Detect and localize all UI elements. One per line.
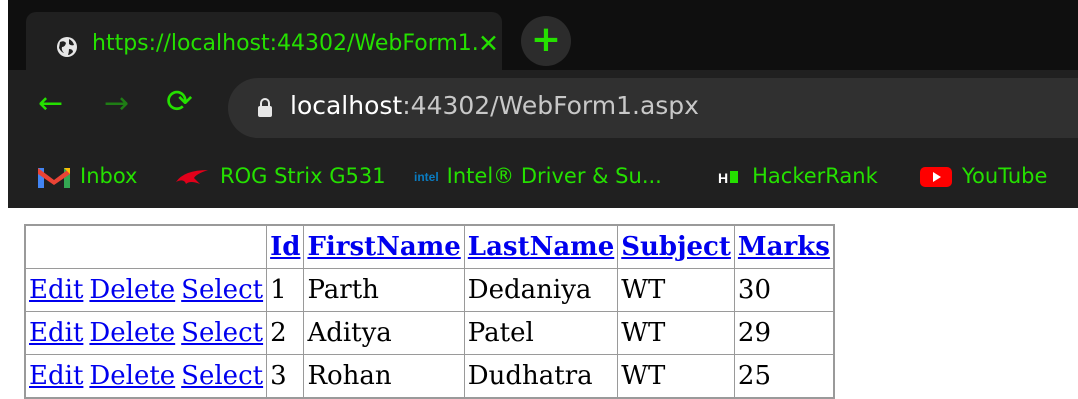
firstname-cell: Aditya [303,311,465,355]
id-cell: 3 [266,354,305,399]
table-row: Edit Delete Select 3 Rohan Dudhatra WT 25 [24,354,835,399]
close-tab-icon[interactable]: ✕ [478,29,499,58]
active-tab[interactable]: https://localhost:44302/WebForm1.aspx ✕ [26,12,502,70]
hackerrank-letter: H [718,170,729,186]
delete-link[interactable]: Delete [89,275,175,305]
sort-subject-link[interactable]: Subject [621,232,731,262]
marks-cell: 25 [733,354,835,399]
toolbar: ← → ⟳ localhost:44302/WebForm1.aspx [8,70,1078,146]
marks-cell: 29 [733,311,835,355]
row-commands: Edit Delete Select [24,311,268,355]
bookmark-label: YouTube [962,164,1048,188]
student-gridview: Id FirstName LastName Subject Marks Edit… [24,224,835,399]
id-cell: 1 [266,268,305,312]
bookmark-rog[interactable]: ROG Strix G531 [174,160,386,192]
forward-arrow-icon[interactable]: → [104,86,129,121]
delete-link[interactable]: Delete [89,318,175,348]
edit-link[interactable]: Edit [29,318,83,348]
id-cell: 2 [266,311,305,355]
intel-icon: intel [414,170,439,184]
grid-header-row: Id FirstName LastName Subject Marks [24,224,835,269]
globe-icon [57,37,77,57]
sort-id-link[interactable]: Id [270,232,300,262]
browser-window: https://localhost:44302/WebForm1.aspx ✕ … [8,0,1078,208]
firstname-cell: Parth [303,268,465,312]
new-tab-button[interactable]: + [521,16,571,66]
tab-strip: https://localhost:44302/WebForm1.aspx ✕ … [8,0,1078,72]
url-path: :44302/WebForm1.aspx [402,91,699,120]
bookmark-label: Inbox [80,164,138,188]
lock-icon [258,98,272,117]
bookmark-youtube[interactable]: YouTube [920,160,1047,192]
lastname-cell: Dedaniya [463,268,619,312]
bookmark-hackerrank[interactable]: H HackerRank [718,160,878,192]
command-column-header [24,224,268,269]
youtube-icon [920,167,952,187]
url-text: localhost:44302/WebForm1.aspx [290,91,699,120]
sort-firstname-link[interactable]: FirstName [307,232,460,262]
table-row: Edit Delete Select 2 Aditya Patel WT 29 [24,311,835,355]
marks-cell: 30 [733,268,835,312]
delete-link[interactable]: Delete [89,361,175,391]
back-arrow-icon[interactable]: ← [38,86,63,121]
edit-link[interactable]: Edit [29,275,83,305]
subject-cell: WT [617,311,735,355]
bookmark-inbox[interactable]: Inbox [38,160,137,192]
tab-title: https://localhost:44302/WebForm1.aspx [92,31,478,56]
select-link[interactable]: Select [181,318,263,348]
reload-icon[interactable]: ⟳ [166,82,193,120]
select-link[interactable]: Select [181,275,263,305]
select-link[interactable]: Select [181,361,263,391]
bookmark-label: HackerRank [752,164,878,188]
subject-cell: WT [617,268,735,312]
bookmark-label: Intel® Driver & Su... [446,164,662,188]
edit-link[interactable]: Edit [29,361,83,391]
subject-cell: WT [617,354,735,399]
rog-icon [176,170,208,184]
bookmarks-bar: Inbox ROG Strix G531 intel Intel® Driver … [8,146,1078,208]
row-commands: Edit Delete Select [24,354,268,399]
table-row: Edit Delete Select 1 Parth Dedaniya WT 30 [24,268,835,312]
address-bar[interactable]: localhost:44302/WebForm1.aspx [228,78,1078,138]
sort-marks-link[interactable]: Marks [738,232,830,262]
bookmark-label: ROG Strix G531 [220,164,386,188]
gmail-icon [38,168,70,188]
row-commands: Edit Delete Select [24,268,268,312]
url-host: localhost [290,91,403,120]
sort-lastname-link[interactable]: LastName [468,232,614,262]
lastname-cell: Patel [463,311,619,355]
firstname-cell: Rohan [303,354,465,399]
page-content: Id FirstName LastName Subject Marks Edit… [24,224,835,399]
bookmark-intel[interactable]: intel Intel® Driver & Su... [414,160,662,192]
hackerrank-icon: H [718,160,739,194]
lastname-cell: Dudhatra [463,354,619,399]
